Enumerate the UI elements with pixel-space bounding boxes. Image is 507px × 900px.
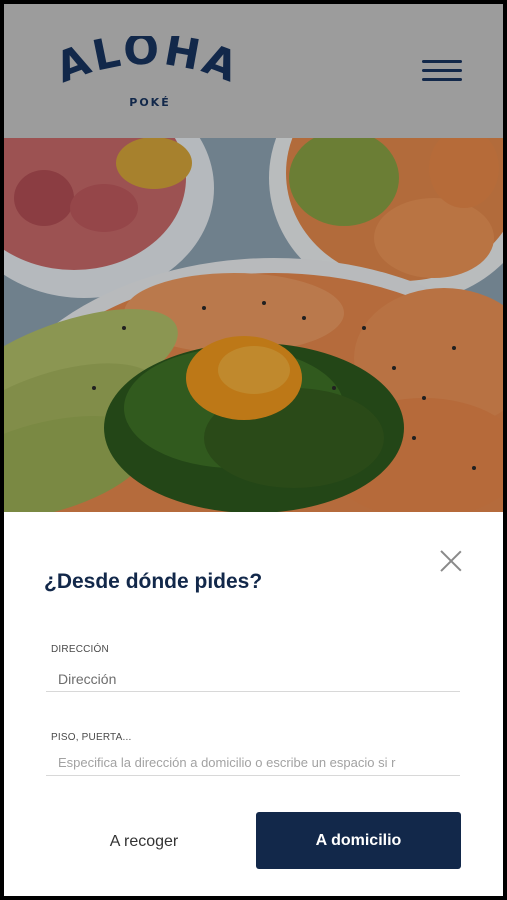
address-input[interactable] [46, 666, 460, 692]
brand-sub: POKÉ [129, 96, 170, 109]
pickup-button[interactable]: A recoger [64, 816, 224, 868]
hero-overlay [4, 138, 503, 512]
close-icon[interactable] [440, 550, 462, 572]
brand-logo[interactable]: ALOHA POKÉ [42, 25, 252, 118]
floor-input[interactable] [46, 750, 460, 776]
aloha-logo-icon: ALOHA POKÉ [49, 25, 247, 109]
hero-image [4, 138, 503, 512]
hamburger-menu-icon[interactable] [422, 60, 462, 84]
delivery-button[interactable]: A domicilio [256, 812, 461, 869]
menu-line [422, 60, 462, 63]
app-frame: ALOHA POKÉ ¿Desde dónde pides? DIRECCIÓN… [4, 4, 503, 896]
svg-text:ALOHA: ALOHA [49, 36, 247, 92]
delivery-modal: ¿Desde dónde pides? DIRECCIÓN PISO, PUER… [4, 512, 503, 896]
menu-line [422, 78, 462, 81]
address-label: DIRECCIÓN [51, 644, 109, 655]
header: ALOHA POKÉ [4, 4, 503, 138]
floor-label: PISO, PUERTA... [51, 732, 132, 743]
menu-line [422, 69, 462, 72]
modal-title: ¿Desde dónde pides? [44, 570, 263, 593]
